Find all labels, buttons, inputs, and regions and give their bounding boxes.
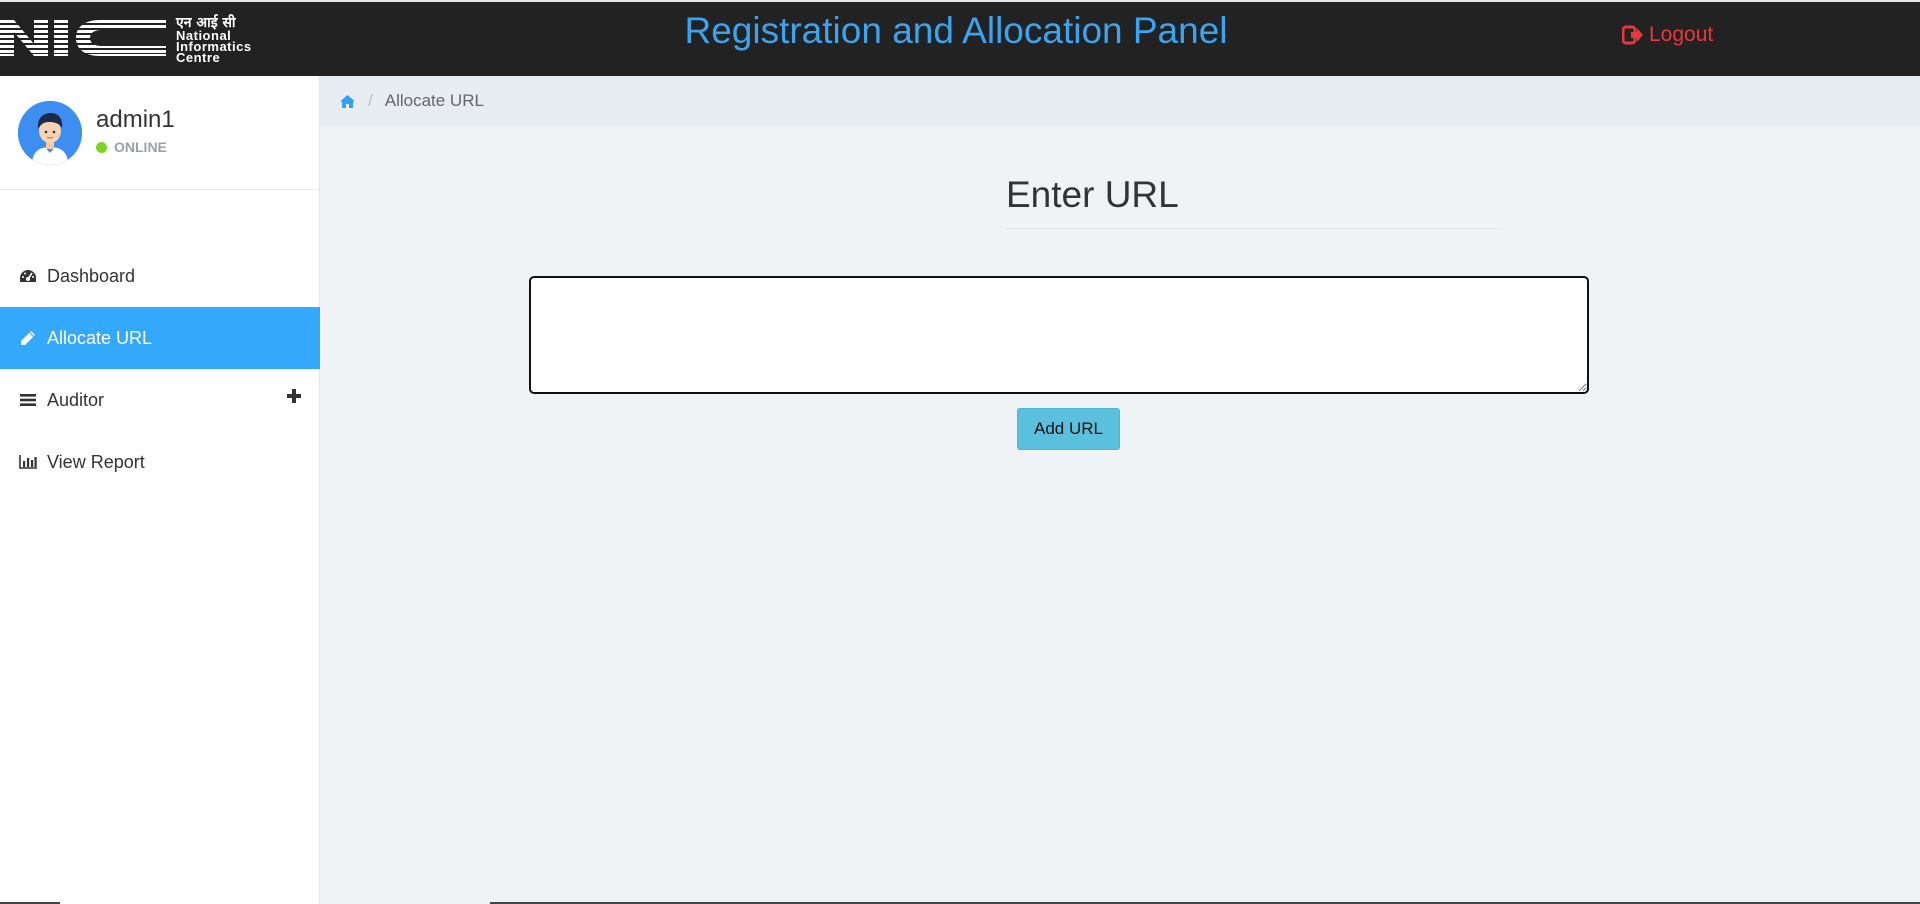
user-avatar-icon (18, 101, 82, 165)
logout-button[interactable]: Logout (1622, 23, 1713, 47)
url-input[interactable] (529, 276, 1589, 394)
top-header: एन आई सी National Informatics Centre Reg… (0, 0, 1920, 76)
dashboard-icon (18, 266, 38, 286)
sidebar-item-label: Auditor (47, 389, 105, 410)
main-content: / Allocate URL Enter URL Add URL (320, 76, 1920, 904)
online-dot-icon (96, 141, 107, 153)
breadcrumb-current: Allocate URL (384, 91, 484, 110)
sidebar-nav: Dashboard Allocate URL Auditor View Repo… (0, 245, 320, 493)
pencil-icon (18, 328, 38, 348)
sidebar-item-auditor[interactable]: Auditor (0, 369, 320, 431)
sidebar-item-label: Dashboard (47, 265, 136, 286)
sidebar-item-view-report[interactable]: View Report (0, 431, 320, 493)
logout-icon (1622, 25, 1643, 45)
logout-label: Logout (1649, 23, 1714, 46)
home-icon[interactable] (339, 94, 356, 109)
sidebar: admin1 ONLINE Dashboard Allocate URL Aud… (0, 76, 320, 904)
sidebar-item-label: Allocate URL (47, 327, 153, 348)
breadcrumb-separator: / (368, 91, 373, 110)
online-status: ONLINE (96, 139, 167, 155)
plus-icon[interactable] (286, 388, 302, 404)
sidebar-item-allocate-url[interactable]: Allocate URL (0, 307, 320, 369)
sidebar-item-label: View Report (47, 451, 145, 472)
sidebar-item-dashboard[interactable]: Dashboard (0, 245, 320, 307)
user-panel: admin1 ONLINE (0, 76, 320, 190)
list-icon (18, 390, 38, 410)
page-title: Enter URL (1006, 174, 1179, 215)
bar-chart-icon (18, 452, 38, 472)
username: admin1 (96, 106, 175, 133)
status-label: ONLINE (114, 139, 167, 155)
add-url-button[interactable]: Add URL (1017, 408, 1120, 450)
breadcrumb: / Allocate URL (320, 76, 1920, 126)
title-divider (1006, 228, 1502, 229)
avatar (18, 101, 82, 165)
